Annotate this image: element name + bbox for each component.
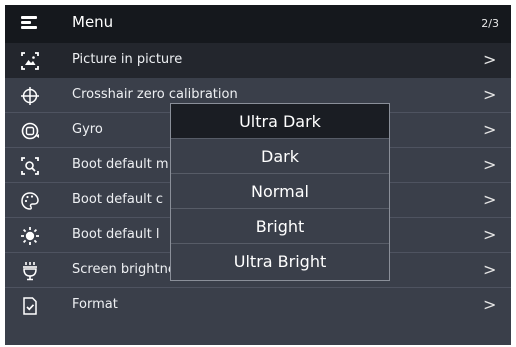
menu-item-label: Gyro xyxy=(72,122,103,137)
brightness-icon xyxy=(23,262,37,281)
crosshair-icon xyxy=(21,87,39,105)
page-indicator: 2/3 xyxy=(481,17,499,30)
menu-item-label: Format xyxy=(72,297,118,312)
menu-item-label: Boot default m xyxy=(72,157,169,172)
hamburger-icon[interactable] xyxy=(21,16,37,30)
chevron-right-icon: > xyxy=(483,190,497,209)
palette-icon xyxy=(21,192,39,210)
light-icon xyxy=(21,227,39,245)
option-normal[interactable]: Normal xyxy=(171,174,389,209)
chevron-right-icon: > xyxy=(483,85,497,104)
chevron-right-icon: > xyxy=(483,155,497,174)
menu-item-picture-in-picture[interactable]: Picture in picture > xyxy=(5,43,511,78)
picture-in-picture-icon xyxy=(21,52,39,70)
format-icon xyxy=(23,297,37,315)
menu-item-label: Boot default c xyxy=(72,192,164,207)
chevron-right-icon: > xyxy=(483,260,497,279)
menu-header: Menu 2/3 xyxy=(5,5,511,43)
device-screen: Menu 2/3 Picture in picture > Crosshair … xyxy=(5,5,511,345)
menu-item-label: Crosshair zero calibration xyxy=(72,87,238,102)
chevron-right-icon: > xyxy=(483,50,497,69)
chevron-right-icon: > xyxy=(483,225,497,244)
chevron-right-icon: > xyxy=(483,295,497,314)
page-title: Menu xyxy=(72,13,114,31)
option-ultra-bright[interactable]: Ultra Bright xyxy=(171,244,389,279)
option-bright[interactable]: Bright xyxy=(171,209,389,244)
brightness-options-popup: Ultra Dark Dark Normal Bright Ultra Brig… xyxy=(170,103,390,281)
gyro-icon xyxy=(21,122,39,140)
menu-item-label: Boot default l xyxy=(72,227,160,242)
option-dark[interactable]: Dark xyxy=(171,139,389,174)
chevron-right-icon: > xyxy=(483,120,497,139)
zoom-scan-icon xyxy=(21,157,39,175)
menu-item-label: Picture in picture xyxy=(72,52,183,67)
option-ultra-dark[interactable]: Ultra Dark xyxy=(171,104,389,139)
menu-item-format[interactable]: Format > xyxy=(5,288,511,323)
